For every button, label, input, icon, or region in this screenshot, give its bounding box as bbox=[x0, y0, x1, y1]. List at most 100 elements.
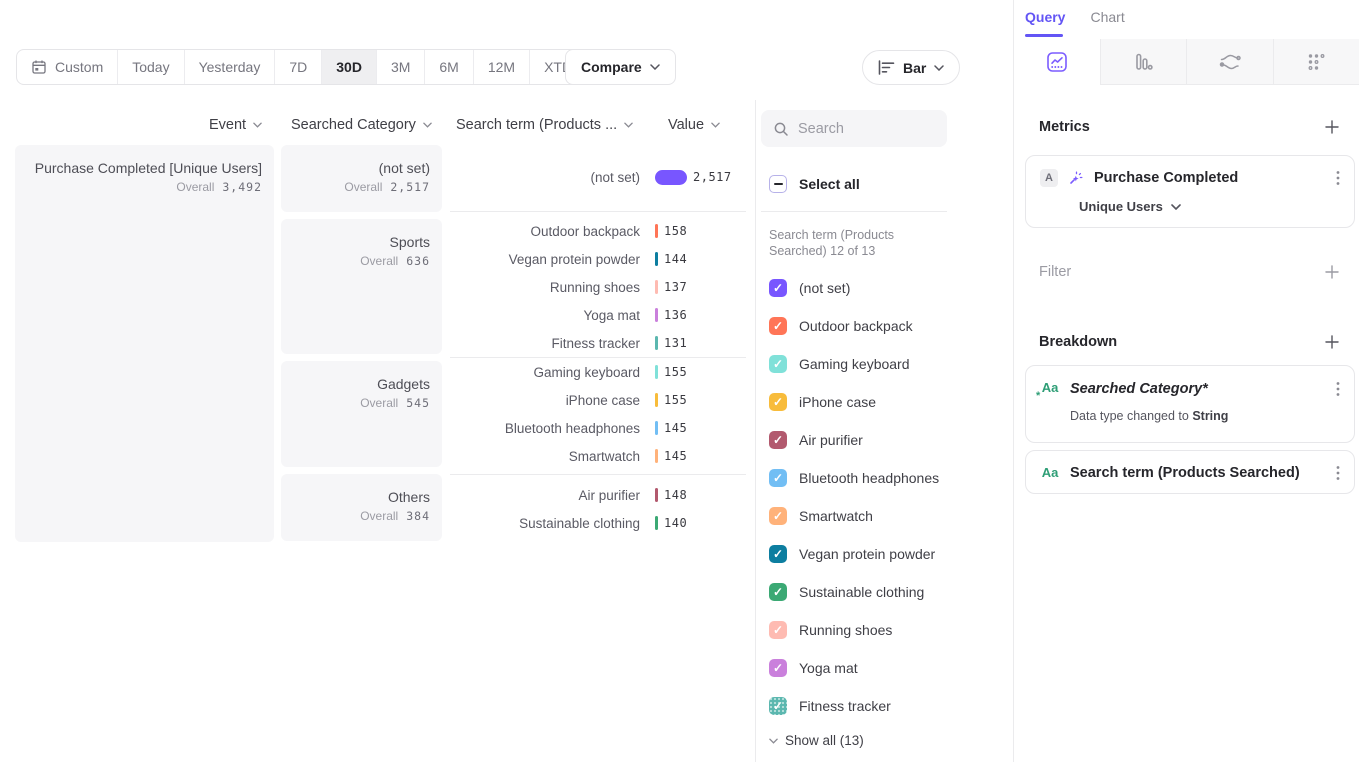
show-all-link[interactable]: Show all (13) bbox=[769, 733, 864, 748]
legend-item[interactable]: ✓ Outdoor backpack bbox=[769, 317, 913, 335]
retention-dots-icon bbox=[1306, 52, 1326, 72]
bar-segment[interactable] bbox=[655, 365, 658, 379]
check-icon: ✓ bbox=[773, 358, 783, 370]
legend-item[interactable]: ✓ Fitness tracker bbox=[769, 697, 891, 715]
legend-item[interactable]: ✓ Gaming keyboard bbox=[769, 355, 910, 373]
add-metric-button[interactable] bbox=[1324, 119, 1340, 135]
date-preset-yesterday[interactable]: Yesterday bbox=[185, 50, 276, 84]
checkbox-checked[interactable]: ✓ bbox=[769, 393, 787, 411]
kebab-menu-icon[interactable] bbox=[1336, 465, 1340, 481]
checkbox-checked[interactable]: ✓ bbox=[769, 355, 787, 373]
chart-type-button[interactable]: Bar bbox=[862, 50, 960, 85]
bar-segment[interactable] bbox=[655, 252, 658, 266]
legend-item[interactable]: ✓ iPhone case bbox=[769, 393, 876, 411]
bar-segment[interactable] bbox=[655, 170, 687, 185]
bar-segment[interactable] bbox=[655, 449, 658, 463]
date-preset-custom[interactable]: Custom bbox=[17, 50, 118, 84]
legend-item[interactable]: ✓ Vegan protein powder bbox=[769, 545, 935, 563]
column-header-event[interactable]: Event bbox=[209, 117, 262, 133]
checkbox-checked[interactable]: ✓ bbox=[769, 583, 787, 601]
chevron-down-icon bbox=[1171, 204, 1181, 210]
search-input[interactable] bbox=[798, 121, 928, 137]
legend-item[interactable]: ✓ Running shoes bbox=[769, 621, 892, 639]
date-preset-today[interactable]: Today bbox=[118, 50, 184, 84]
check-icon: ✓ bbox=[773, 282, 783, 294]
measure-dropdown[interactable]: Unique Users bbox=[1079, 199, 1181, 214]
insights-report-page: Custom Today Yesterday 7D 30D 3M 6M 12M … bbox=[0, 0, 1359, 762]
date-preset-12m[interactable]: 12M bbox=[474, 50, 530, 84]
check-icon: ✓ bbox=[773, 586, 783, 598]
bar-segment[interactable] bbox=[655, 488, 658, 502]
bar-segment[interactable] bbox=[655, 308, 658, 322]
tab-insights[interactable] bbox=[1014, 39, 1100, 85]
bar-segment[interactable] bbox=[655, 516, 658, 530]
checkbox-checked[interactable]: ✓ bbox=[769, 659, 787, 677]
check-icon: ✓ bbox=[773, 624, 783, 636]
column-header-searched-category[interactable]: Searched Category bbox=[291, 117, 432, 133]
tab-chart[interactable]: Chart bbox=[1090, 9, 1124, 25]
checkbox-checked[interactable]: ✓ bbox=[769, 545, 787, 563]
date-preset-7d[interactable]: 7D bbox=[275, 50, 322, 84]
panel-divider bbox=[755, 100, 756, 762]
term-row: Outdoor backpack 158 bbox=[450, 223, 750, 239]
column-header-search-term[interactable]: Search term (Products ... bbox=[456, 117, 633, 133]
tab-flows[interactable] bbox=[1186, 39, 1273, 85]
event-cell: Purchase Completed [Unique Users] Overal… bbox=[15, 145, 274, 542]
bar-segment[interactable] bbox=[655, 336, 658, 350]
checkbox-checked-patterned[interactable]: ✓ bbox=[769, 697, 787, 715]
legend-item[interactable]: ✓ Yoga mat bbox=[769, 659, 858, 677]
select-all-row[interactable]: Select all bbox=[769, 175, 860, 193]
term-row: (not set) 2,517 bbox=[450, 169, 750, 185]
funnel-bars-icon bbox=[1132, 51, 1154, 73]
breakdown-card-searched-category[interactable]: Aa* Searched Category* Data type changed… bbox=[1025, 365, 1355, 443]
bar-segment[interactable] bbox=[655, 224, 658, 238]
compare-button[interactable]: Compare bbox=[565, 49, 676, 85]
metric-card[interactable]: A Purchase Completed Unique Users bbox=[1025, 155, 1355, 228]
checkbox-checked[interactable]: ✓ bbox=[769, 621, 787, 639]
column-header-value[interactable]: Value bbox=[668, 117, 720, 133]
metric-name: Purchase Completed bbox=[1094, 170, 1238, 186]
category-cell-not-set: (not set) Overall2,517 bbox=[281, 145, 442, 212]
legend-divider bbox=[761, 211, 947, 212]
term-row: Yoga mat 136 bbox=[450, 307, 750, 323]
legend-item[interactable]: ✓ Sustainable clothing bbox=[769, 583, 924, 601]
checkbox-checked[interactable]: ✓ bbox=[769, 469, 787, 487]
string-property-icon: Aa* bbox=[1040, 380, 1060, 398]
legend-item[interactable]: ✓ Air purifier bbox=[769, 431, 863, 449]
bar-segment[interactable] bbox=[655, 393, 658, 407]
tab-retention[interactable] bbox=[1273, 39, 1359, 85]
date-preset-3m[interactable]: 3M bbox=[377, 50, 425, 84]
add-filter-button[interactable] bbox=[1324, 264, 1340, 280]
chevron-down-icon bbox=[650, 64, 660, 70]
select-all-checkbox-indeterminate[interactable] bbox=[769, 175, 787, 193]
add-breakdown-button[interactable] bbox=[1324, 334, 1340, 350]
date-preset-30d-selected[interactable]: 30D bbox=[322, 50, 377, 84]
query-panel-tabs: Query Chart bbox=[1025, 9, 1125, 25]
check-icon: ✓ bbox=[773, 662, 783, 674]
bar-chart-icon bbox=[878, 60, 895, 75]
calendar-icon bbox=[31, 59, 47, 75]
checkbox-checked[interactable]: ✓ bbox=[769, 431, 787, 449]
bar-segment[interactable] bbox=[655, 280, 658, 294]
bar-segment[interactable] bbox=[655, 421, 658, 435]
group-divider bbox=[450, 474, 746, 475]
kebab-menu-icon[interactable] bbox=[1336, 381, 1340, 397]
checkbox-checked[interactable]: ✓ bbox=[769, 317, 787, 335]
metric-series-badge: A bbox=[1040, 169, 1058, 187]
asterisk-icon: * bbox=[1036, 390, 1040, 402]
legend-item[interactable]: ✓ Smartwatch bbox=[769, 507, 873, 525]
check-icon: ✓ bbox=[773, 396, 783, 408]
checkbox-checked[interactable]: ✓ bbox=[769, 507, 787, 525]
legend-item[interactable]: ✓ (not set) bbox=[769, 279, 850, 297]
metrics-heading: Metrics bbox=[1039, 119, 1090, 135]
tab-funnels[interactable] bbox=[1100, 39, 1187, 85]
kebab-menu-icon[interactable] bbox=[1336, 170, 1340, 186]
tab-query[interactable]: Query bbox=[1025, 9, 1065, 25]
term-row: Fitness tracker 131 bbox=[450, 335, 750, 351]
chevron-down-icon bbox=[423, 122, 432, 128]
date-preset-6m[interactable]: 6M bbox=[425, 50, 473, 84]
breakdown-card-search-term[interactable]: Aa Search term (Products Searched) bbox=[1025, 450, 1355, 494]
checkbox-checked[interactable]: ✓ bbox=[769, 279, 787, 297]
legend-item[interactable]: ✓ Bluetooth headphones bbox=[769, 469, 939, 487]
term-row: Vegan protein powder 144 bbox=[450, 251, 750, 267]
